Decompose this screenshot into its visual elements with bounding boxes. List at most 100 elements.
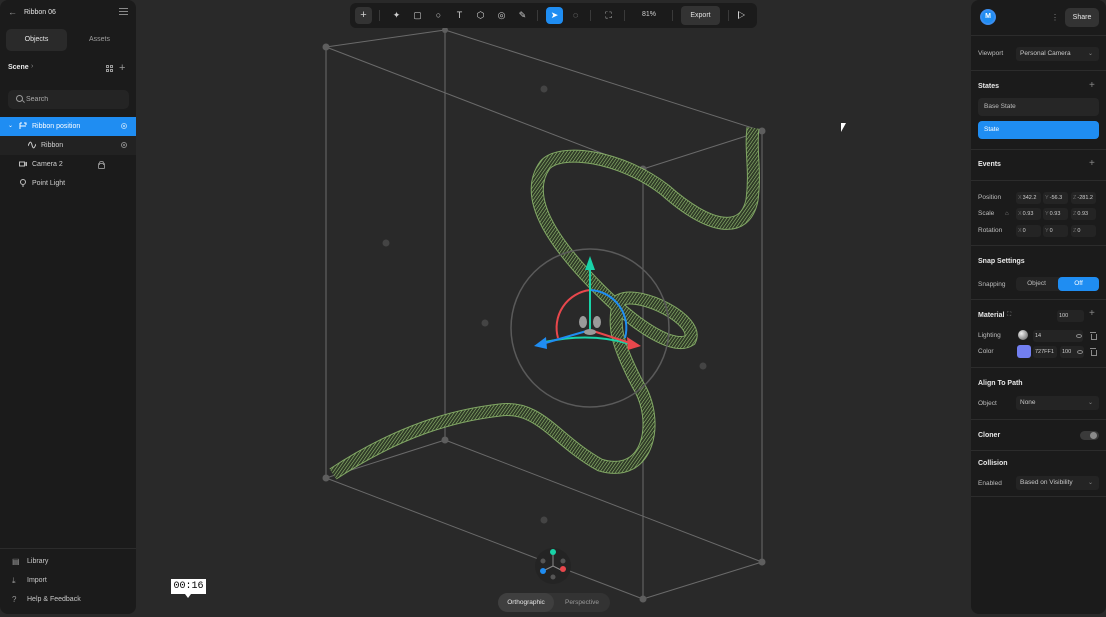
zoom-level[interactable]: 81% [642,11,656,18]
import-icon: ⤓ [12,576,16,585]
link-icon[interactable]: ⌂ [1005,211,1009,217]
divider [971,245,1106,246]
snap-object-option[interactable]: Object [1016,277,1057,291]
align-object-value: None [1020,399,1036,406]
chevron-down-icon[interactable]: ⌄ [8,122,13,129]
play-icon[interactable] [738,11,745,19]
divider [971,180,1106,181]
ellipse-tool-icon[interactable]: ○ [430,7,447,24]
projection-toggle[interactable]: Orthographic Perspective [498,593,610,612]
add-material-icon[interactable]: + [1089,308,1095,319]
search-box[interactable] [8,90,129,109]
rectangle-tool-icon[interactable]: ▢ [409,7,426,24]
chevron-right-icon[interactable]: › [31,63,33,70]
scene-label: Scene [8,64,29,71]
viewport-label: Viewport [978,50,1004,57]
collision-enabled-select[interactable]: Based on Visibility ⌄ [1016,476,1099,490]
snap-off-option[interactable]: Off [1058,277,1099,291]
more-options-icon[interactable]: ⋮ [1051,13,1059,22]
trash-icon[interactable] [1090,348,1097,356]
back-arrow-icon[interactable]: ← [8,7,17,17]
divider [971,35,1106,36]
comment-tool-icon[interactable]: ◌ [567,7,584,24]
tab-assets[interactable]: Assets [69,29,130,51]
text-tool-icon[interactable]: T [451,7,468,24]
add-state-icon[interactable]: + [1089,80,1095,91]
divider [971,149,1106,150]
rotation-x-field[interactable]: X0 [1016,225,1041,237]
collision-enabled-value: Based on Visibility [1020,479,1073,486]
lighting-preview-icon[interactable] [1018,330,1028,340]
rotation-y-field[interactable]: Y0 [1043,225,1068,237]
lightbulb-icon [20,179,26,187]
rotation-z-field[interactable]: Z0 [1071,225,1096,237]
separator [728,10,729,21]
ribbon-object [329,127,760,480]
states-title: States [978,83,1000,90]
scale-z-field[interactable]: Z0.93 [1071,208,1096,220]
tab-objects[interactable]: Objects [6,29,67,51]
layer-ribbon-position[interactable]: ⌄ Ribbon position [0,117,136,136]
color-opacity-field[interactable]: 100 [1060,346,1084,358]
state-button[interactable]: State [978,121,1099,139]
lighting-value-field[interactable]: 14 [1033,330,1083,342]
layer-name: Camera 2 [32,161,63,168]
align-object-select[interactable]: None ⌄ [1016,396,1099,410]
material-opacity-field[interactable]: 100 [1057,310,1084,322]
collision-title: Collision [978,460,1008,467]
layer-camera-2[interactable]: Camera 2 [0,155,136,174]
import-label: Import [27,577,47,584]
search-input[interactable] [26,93,126,106]
ai-sparkle-icon[interactable]: ✦ [388,7,405,24]
layer-ribbon[interactable]: Ribbon [0,136,136,155]
layer-point-light[interactable]: Point Light [0,174,136,193]
lock-icon[interactable] [98,161,105,169]
position-x-field[interactable]: X342.2 [1016,192,1041,204]
scale-y-field[interactable]: Y0.93 [1043,208,1068,220]
add-object-icon[interactable]: + [119,62,125,74]
visibility-icon[interactable] [121,123,127,129]
axis-widget[interactable] [535,548,571,584]
select-tool-icon[interactable]: ➤ [546,7,563,24]
expand-icon[interactable]: ⛶ [1007,312,1011,319]
align-to-path-title: Align To Path [978,380,1023,387]
cloner-title: Cloner [978,432,1001,439]
divider [971,299,1106,300]
lighting-label: Lighting [978,332,1001,339]
sphere-tool-icon[interactable]: ◎ [493,7,510,24]
add-button[interactable]: + [355,7,372,24]
snapping-toggle[interactable]: Object Off [1016,277,1099,291]
position-y-field[interactable]: Y-56.3 [1043,192,1068,204]
frame-tool-icon[interactable]: ⛶ [600,7,617,24]
add-event-icon[interactable]: + [1089,158,1095,169]
share-button[interactable]: Share [1065,8,1099,27]
left-panel: ← Ribbon 06 Objects Assets Scene › + ⌄ R… [0,0,136,614]
hamburger-menu-icon[interactable] [119,8,128,16]
trash-icon[interactable] [1090,332,1097,340]
group-icon [19,122,27,129]
grid-view-icon[interactable] [106,65,113,72]
cube-tool-icon[interactable]: ⬡ [472,7,489,24]
cloner-toggle-switch[interactable] [1080,431,1099,440]
perspective-option[interactable]: Perspective [554,593,610,612]
orthographic-option[interactable]: Orthographic [498,593,554,612]
scene-canvas[interactable] [137,0,970,617]
avatar[interactable]: M [980,9,996,25]
viewport-select[interactable]: Personal Camera ⌄ [1016,47,1099,61]
3d-viewport[interactable] [137,0,970,617]
pen-tool-icon[interactable]: ✎ [514,7,531,24]
enabled-label: Enabled [978,480,1002,487]
scale-x-field[interactable]: X0.93 [1016,208,1041,220]
color-swatch[interactable] [1017,345,1031,358]
eye-icon[interactable] [1076,334,1082,338]
scene-row[interactable]: Scene › + [8,62,128,74]
camera-icon [19,161,27,167]
mouse-cursor-icon [841,123,846,132]
position-z-field[interactable]: Z-281.2 [1071,192,1096,204]
color-hex-field[interactable]: 727FF1 [1033,346,1057,358]
base-state-button[interactable]: Base State [978,98,1099,116]
export-button[interactable]: Export [681,6,720,25]
bounding-box-handles [322,27,766,603]
visibility-icon[interactable] [121,142,127,148]
eye-icon[interactable] [1077,350,1083,354]
